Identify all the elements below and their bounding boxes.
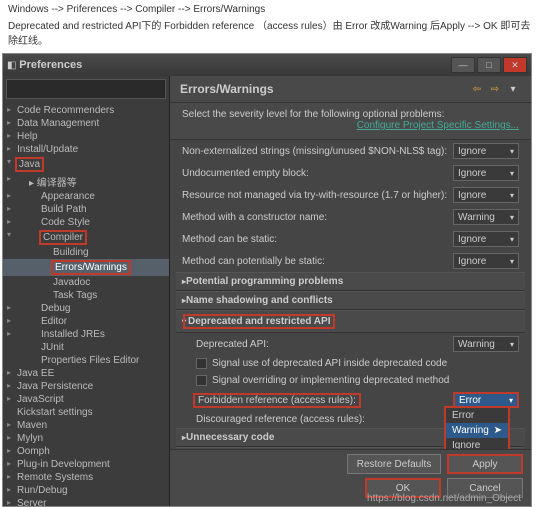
popup-ignore[interactable]: Ignore [446,438,508,449]
tree-java-persistence[interactable]: Java Persistence [3,380,169,393]
caption-line1: Windows --> Priferences --> Compiler -->… [8,4,540,15]
tree-installed-jres[interactable]: Installed JREs [3,328,169,341]
restore-defaults-button[interactable]: Restore Defaults [347,454,441,474]
popup-error[interactable]: Error [446,408,508,423]
tree-compiler[interactable]: Compiler [3,229,169,246]
tree-code-recommenders[interactable]: Code Recommenders [3,104,169,117]
tree-oomph[interactable]: Oomph [3,445,169,458]
tree-task-tags[interactable]: Task Tags [3,289,169,302]
maximize-button[interactable]: □ [477,57,501,73]
sect-potential-problems[interactable]: Potential programming problems [176,272,525,291]
tree-junit[interactable]: JUnit [3,341,169,354]
opt-forbidden: Forbidden reference (access rules): [196,395,453,406]
settings-panel: Errors/Warnings ⇦ ⇨ ▾ Select the severit… [170,76,531,506]
caption-line2: Deprecated and restricted API下的 Forbidde… [8,17,540,47]
severity-popup[interactable]: Error Warning➤ Ignore [444,406,510,449]
tree-code-style[interactable]: Code Style [3,216,169,229]
tree-errors-warnings[interactable]: Errors/Warnings [3,259,169,276]
tree-java[interactable]: Java [3,156,169,173]
tree-javadoc[interactable]: Javadoc [3,276,169,289]
tree-java-ee[interactable]: Java EE [3,367,169,380]
opt-method-static: Method can be static: [182,234,453,245]
tree-kickstart[interactable]: Kickstart settings [3,406,169,419]
lbl-signal-use: Signal use of deprecated API inside depr… [212,358,519,369]
opt-res-not: Resource not managed via try-with-resour… [182,190,453,201]
filter-input[interactable] [6,79,166,99]
page-title: Errors/Warnings [180,82,467,96]
opt-non-ext: Non-externalized strings (missing/unused… [182,146,453,157]
tree-appearance[interactable]: Appearance [3,190,169,203]
tree-remote-systems[interactable]: Remote Systems [3,471,169,484]
lbl-signal-override: Signal overriding or implementing deprec… [212,375,519,386]
drop-undoc[interactable]: Ignore [453,165,519,181]
tree-properties-editor[interactable]: Properties Files Editor [3,354,169,367]
tree-javascript[interactable]: JavaScript [3,393,169,406]
forward-button[interactable]: ⇨ [487,82,503,96]
preferences-tree[interactable]: Code Recommenders Data Management Help I… [3,102,169,506]
drop-method-ctor[interactable]: Warning [453,209,519,225]
tree-maven[interactable]: Maven [3,419,169,432]
menu-button[interactable]: ▾ [505,82,521,96]
watermark: https://blog.csdn.net/admin_Object [367,493,521,504]
tree-run-debug[interactable]: Run/Debug [3,484,169,497]
tree-editor[interactable]: Editor [3,315,169,328]
tree-plugin-dev[interactable]: Plug-in Development [3,458,169,471]
preferences-tree-panel: Code Recommenders Data Management Help I… [3,76,170,506]
options-panel[interactable]: Non-externalized strings (missing/unused… [170,140,531,449]
drop-non-ext[interactable]: Ignore [453,143,519,159]
tree-install-update[interactable]: Install/Update [3,143,169,156]
drop-res-not[interactable]: Ignore [453,187,519,203]
tree-compiler-root[interactable]: ▸ 编译器等 [3,173,169,190]
popup-warning[interactable]: Warning➤ [446,423,508,438]
tree-building[interactable]: Building [3,246,169,259]
cursor-icon: ➤ [494,425,502,436]
chk-signal-use[interactable] [196,358,207,369]
drop-deprecated-api[interactable]: Warning [453,336,519,352]
sect-name-shadowing[interactable]: Name shadowing and conflicts [176,291,525,310]
apply-button[interactable]: Apply [447,454,523,474]
opt-undoc: Undocumented empty block: [182,168,453,179]
close-button[interactable]: ✕ [503,57,527,73]
tree-mylyn[interactable]: Mylyn [3,432,169,445]
tree-build-path[interactable]: Build Path [3,203,169,216]
titlebar: ◧ Preferences — □ ✕ [3,54,531,76]
app-icon: ◧ [7,60,16,71]
opt-method-ctor: Method with a constructor name: [182,212,453,223]
drop-method-static[interactable]: Ignore [453,231,519,247]
opt-deprecated-api: Deprecated API: [196,339,453,350]
page-description: Select the severity level for the follow… [182,109,444,120]
tree-data-management[interactable]: Data Management [3,117,169,130]
opt-method-pot-static: Method can potentially be static: [182,256,453,267]
back-button[interactable]: ⇦ [469,82,485,96]
minimize-button[interactable]: — [451,57,475,73]
project-settings-link[interactable]: Configure Project Specific Settings... [357,120,519,131]
drop-method-pot-static[interactable]: Ignore [453,253,519,269]
window-title: Preferences [19,59,451,71]
tree-debug[interactable]: Debug [3,302,169,315]
tree-server[interactable]: Server [3,497,169,506]
preferences-dialog: ◧ Preferences — □ ✕ Code Recommenders Da… [2,53,532,507]
sect-deprecated-api[interactable]: Deprecated and restricted API [176,310,525,333]
chk-signal-override[interactable] [196,375,207,386]
tree-help[interactable]: Help [3,130,169,143]
